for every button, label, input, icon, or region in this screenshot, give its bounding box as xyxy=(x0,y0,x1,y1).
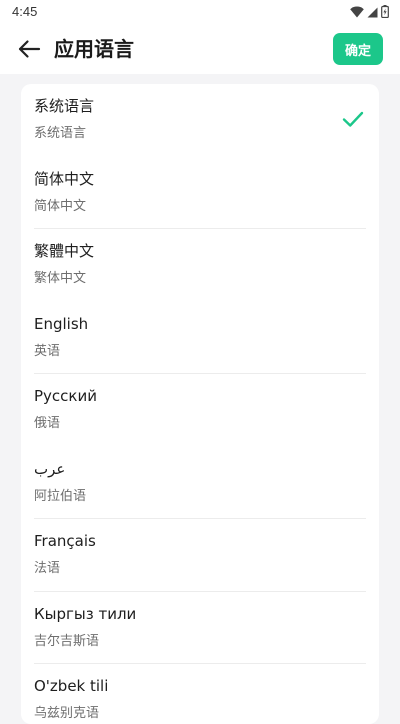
language-native-label: O'zbek tili xyxy=(34,677,109,695)
language-native-label: Русский xyxy=(34,387,97,405)
language-name-label: 系统语言 xyxy=(34,126,87,141)
language-native-label: 繁體中文 xyxy=(34,242,95,260)
language-native-label: عرب xyxy=(34,459,66,478)
language-item-french[interactable]: Français 法语 xyxy=(21,519,379,592)
language-item-arabic[interactable]: عرب 阿拉伯语 xyxy=(21,447,379,519)
language-name-label: 英语 xyxy=(34,343,61,359)
language-item-zh-hant[interactable]: 繁體中文 繁体中文 xyxy=(21,229,379,302)
wifi-icon xyxy=(350,3,364,22)
language-name-label: 阿拉伯语 xyxy=(34,488,87,504)
language-name-label: 繁体中文 xyxy=(34,271,87,286)
language-native-label: 简体中文 xyxy=(34,169,95,188)
language-item-english[interactable]: English 英语 xyxy=(21,302,379,374)
language-native-label: Кыргыз тили xyxy=(34,604,137,623)
language-native-label: Français xyxy=(34,532,96,550)
language-name-label: 法语 xyxy=(34,561,61,576)
language-list: 系统语言 系统语言 简体中文 简体中文 繁體中文 繁体中文 English 英语… xyxy=(21,84,379,724)
language-item-russian[interactable]: Русский 俄语 xyxy=(21,374,379,447)
check-icon xyxy=(342,108,364,130)
app-bar: 应用语言 确定 xyxy=(0,24,400,74)
signal-icon xyxy=(367,3,378,22)
language-item-uzbek[interactable]: O'zbek tili 乌兹别克语 xyxy=(21,664,379,724)
confirm-button[interactable]: 确定 xyxy=(333,33,383,65)
battery-icon xyxy=(381,3,389,22)
language-item-kyrgyz[interactable]: Кыргыз тили 吉尔吉斯语 xyxy=(21,592,379,664)
language-name-label: 吉尔吉斯语 xyxy=(34,633,100,649)
language-item-zh-hans[interactable]: 简体中文 简体中文 xyxy=(21,157,379,229)
language-name-label: 俄语 xyxy=(34,416,61,431)
language-name-label: 简体中文 xyxy=(34,198,87,214)
status-icons xyxy=(350,3,389,22)
page-title: 应用语言 xyxy=(54,37,134,61)
arrow-left-icon[interactable] xyxy=(16,37,42,61)
language-native-label: 系统语言 xyxy=(34,97,95,115)
status-bar: 4:45 xyxy=(0,0,400,24)
status-time: 4:45 xyxy=(12,4,38,19)
language-name-label: 乌兹别克语 xyxy=(34,706,100,721)
language-item-system[interactable]: 系统语言 系统语言 xyxy=(21,84,379,157)
language-native-label: English xyxy=(34,314,89,333)
